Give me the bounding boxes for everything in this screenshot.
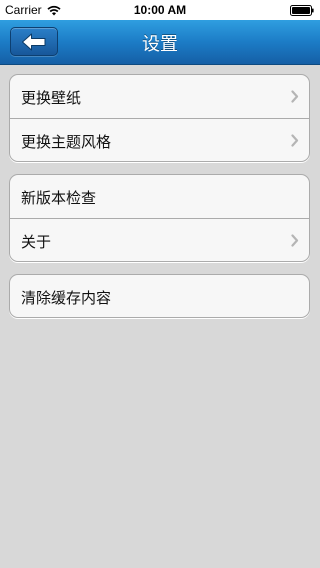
cell-about[interactable]: 关于 [10, 218, 309, 261]
page-title: 设置 [142, 34, 178, 55]
cell-label: 关于 [21, 233, 52, 251]
chevron-right-icon [291, 90, 299, 103]
cell-label: 更换壁纸 [21, 89, 82, 107]
cell-change-wallpaper[interactable]: 更换壁纸 [10, 75, 309, 118]
settings-group-appearance: 更换壁纸 更换主题风格 [9, 74, 310, 162]
cell-label: 更换主题风格 [21, 133, 112, 151]
settings-group-cache: 清除缓存内容 [9, 274, 310, 318]
settings-group-info: 新版本检查 关于 [9, 174, 310, 262]
cell-check-update[interactable]: 新版本检查 [10, 175, 309, 218]
navigation-bar: 设置 [0, 20, 320, 65]
cell-label: 清除缓存内容 [21, 289, 112, 307]
battery-icon [290, 5, 314, 16]
status-time: 10:00 AM [133, 3, 187, 17]
chevron-right-icon [291, 134, 299, 147]
status-bar: Carrier 10:00 AM [0, 0, 320, 20]
cell-label: 新版本检查 [21, 189, 97, 207]
cell-clear-cache[interactable]: 清除缓存内容 [10, 275, 309, 317]
cell-change-theme[interactable]: 更换主题风格 [10, 118, 309, 161]
chevron-right-icon [291, 234, 299, 247]
